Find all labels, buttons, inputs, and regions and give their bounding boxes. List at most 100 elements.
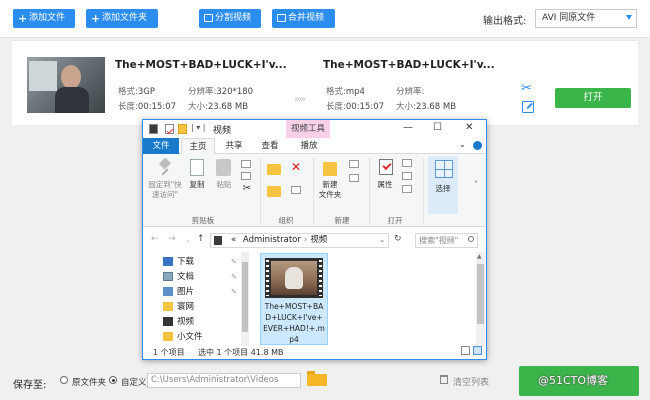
- status-bar: 1 个项目 选中 1 个项目 41.8 MB: [143, 346, 486, 359]
- nav-scrollbar[interactable]: [241, 252, 249, 346]
- delete-icon[interactable]: ✕: [291, 160, 301, 174]
- download-icon: [163, 257, 173, 266]
- breadcrumb-administrator[interactable]: Administrator: [243, 235, 301, 245]
- new-folder-quick-icon[interactable]: [178, 124, 187, 134]
- clipboard-group-label: 剪贴板: [191, 216, 215, 225]
- large-icons-view-icon[interactable]: [473, 346, 482, 355]
- rename-icon[interactable]: [291, 186, 301, 194]
- top-toolbar: + 添加文件 + 添加文件夹 分割视频 合并视频 输出格式: AVI 同原文件: [0, 0, 650, 38]
- quick-access-separator: | ▾ |: [191, 123, 206, 132]
- scissors-icon[interactable]: ✂: [521, 81, 532, 96]
- easy-access-icon[interactable]: [349, 174, 359, 182]
- add-file-button[interactable]: + 添加文件: [13, 9, 75, 28]
- watermark-text: @51CTO博客: [538, 374, 609, 387]
- chevron-down-icon[interactable]: ⌄: [459, 140, 466, 149]
- source-file-title: The+MOST+BAD+LUCK+I'v...: [115, 59, 287, 71]
- navigation-pane: 下载 ✎ 文档 ✎ 图片 ✎ 寰网 视频 小文件: [143, 251, 253, 346]
- add-folder-button[interactable]: + 添加文件夹: [86, 9, 158, 28]
- tab-home[interactable]: 主页: [181, 138, 215, 155]
- window-title: 视频: [213, 126, 232, 136]
- new-folder-icon: [323, 162, 337, 176]
- recent-chevron-icon[interactable]: ⌄: [185, 236, 191, 244]
- close-icon[interactable]: ✕: [465, 122, 473, 133]
- pin-icon: ✎: [231, 288, 237, 296]
- output-size: 大小:23.68 MB: [396, 102, 457, 112]
- nav-item-pictures[interactable]: 图片 ✎: [163, 285, 237, 299]
- copy-button[interactable]: 复制: [187, 180, 207, 190]
- source-size: 大小:23.68 MB: [188, 102, 249, 112]
- open-icon[interactable]: [402, 159, 412, 167]
- copy-to-icon[interactable]: [267, 186, 281, 197]
- picture-icon: [163, 287, 173, 296]
- pin-quick-access-button[interactable]: 固定到"快 速访问": [145, 180, 185, 200]
- tab-share[interactable]: 共享: [217, 138, 251, 154]
- file-item-video[interactable]: The+MOST+BAD+LUCK+I've+EVER+HAD!+.mp4: [260, 253, 328, 345]
- cut-icon[interactable]: [241, 160, 251, 168]
- properties-button[interactable]: 属性: [373, 180, 397, 190]
- trash-icon[interactable]: [440, 375, 448, 384]
- chevron-down-icon[interactable]: ⌄: [379, 234, 385, 247]
- search-icon: [468, 236, 474, 242]
- nav-item-videos[interactable]: 视频: [163, 315, 237, 329]
- folder-icon: [163, 302, 173, 311]
- properties-quick-icon[interactable]: [165, 124, 174, 134]
- select-button[interactable]: 选择: [429, 184, 457, 194]
- content-scrollbar[interactable]: ▲: [476, 252, 485, 347]
- address-bar[interactable]: « Administrator › 视频 ⌄: [210, 233, 389, 248]
- pin-icon: [157, 159, 173, 177]
- help-icon[interactable]: [473, 141, 482, 150]
- maximize-icon[interactable]: ☐: [433, 122, 442, 133]
- source-folder-label: 原文件夹: [72, 378, 107, 388]
- folder-icon[interactable]: [307, 371, 327, 386]
- output-duration: 长度:00:15:07: [326, 102, 385, 112]
- properties-icon: [379, 159, 393, 175]
- source-folder-radio[interactable]: [60, 376, 68, 384]
- selection-info: 选中 1 个项目 41.8 MB: [198, 348, 284, 357]
- minimize-icon[interactable]: —: [403, 122, 413, 133]
- copy-path-icon[interactable]: [241, 172, 251, 180]
- nav-item-downloads[interactable]: 下载 ✎: [163, 255, 237, 269]
- open-button[interactable]: 打开: [555, 88, 631, 108]
- up-arrow-icon[interactable]: ↑: [197, 234, 205, 244]
- nav-item-folder[interactable]: 寰网: [163, 300, 237, 314]
- history-icon[interactable]: [402, 185, 412, 193]
- save-to-label: 保存至:: [13, 380, 47, 391]
- tab-view[interactable]: 查看: [253, 138, 287, 154]
- explorer-title-bar: | ▾ | 视频 视频工具 — ☐ ✕: [143, 120, 486, 138]
- clear-list-button[interactable]: 清空列表: [453, 375, 489, 388]
- merge-video-button[interactable]: 合并视频: [272, 9, 335, 28]
- source-duration: 长度:00:15:07: [118, 102, 177, 112]
- nav-item-small-files[interactable]: 小文件: [163, 330, 237, 344]
- pin-icon: ✎: [231, 273, 237, 281]
- tab-play[interactable]: 播放: [291, 138, 327, 154]
- scissors-icon[interactable]: ✂: [241, 184, 253, 194]
- details-view-icon[interactable]: [461, 346, 470, 355]
- ribbon-tabs: 文件 主页 共享 查看 播放 ⌄: [143, 138, 486, 155]
- file-name: The+MOST+BAD+LUCK+I've+EVER+HAD!+.mp4: [263, 302, 325, 344]
- scroll-up-icon[interactable]: ▲: [477, 253, 482, 260]
- edit-icon[interactable]: [522, 101, 534, 113]
- tab-file[interactable]: 文件: [143, 138, 179, 154]
- move-to-icon[interactable]: [267, 164, 281, 175]
- output-format-select[interactable]: AVI 同原文件: [535, 9, 637, 28]
- video-tools-context-tab[interactable]: 视频工具: [286, 120, 330, 138]
- edit-file-icon[interactable]: [402, 172, 412, 180]
- refresh-icon[interactable]: ↻: [394, 234, 402, 244]
- forward-arrow-icon[interactable]: →: [168, 234, 176, 244]
- search-input[interactable]: 搜索"视频": [415, 233, 478, 248]
- breadcrumb-video[interactable]: 视频: [310, 235, 327, 245]
- output-resolution: 分辨率:: [396, 87, 425, 97]
- explorer-app-icon: [149, 124, 158, 134]
- custom-folder-radio[interactable]: [109, 376, 117, 384]
- paste-icon: [216, 159, 231, 176]
- new-item-icon[interactable]: [349, 160, 359, 168]
- save-path-input[interactable]: C:\Users\Administrator\Videos: [147, 373, 301, 388]
- split-video-button[interactable]: 分割视频: [199, 9, 261, 28]
- video-thumbnail: [27, 57, 105, 113]
- collapse-ribbon-icon[interactable]: ˄: [474, 180, 478, 189]
- paste-button[interactable]: 粘贴: [213, 180, 235, 190]
- back-arrow-icon[interactable]: ←: [151, 234, 159, 244]
- new-folder-button[interactable]: 新建 文件夹: [315, 180, 345, 200]
- open-group-label: 打开: [387, 216, 403, 225]
- nav-item-documents[interactable]: 文档 ✎: [163, 270, 237, 284]
